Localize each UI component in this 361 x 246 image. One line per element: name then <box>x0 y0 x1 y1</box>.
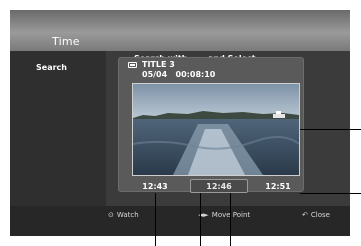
left-pane: Search <box>10 51 106 206</box>
callout-line-current-time <box>200 193 201 246</box>
callout-line-next-time <box>300 193 361 194</box>
enter-icon: ⊙ <box>108 211 114 219</box>
bottom-hint-bar: ⊙ Watch ◄► Move Point ↶ Close <box>10 206 350 236</box>
video-preview-image <box>133 84 299 175</box>
disc-icon <box>128 62 137 68</box>
time-selector: 12:43 12:46 12:51 <box>132 179 300 193</box>
title-info: TITLE 3 05/04 00:08:10 <box>128 60 215 80</box>
time-previous[interactable]: 12:43 <box>132 179 178 193</box>
callout-line-preview <box>300 129 361 130</box>
watch-label: Watch <box>116 211 139 219</box>
close-label: Close <box>310 211 330 219</box>
video-preview[interactable] <box>132 83 300 176</box>
watch-hint[interactable]: ⊙ Watch <box>108 211 139 219</box>
callout-line-current-time-2 <box>230 193 231 246</box>
callout-line-prev-time <box>155 193 156 246</box>
search-mode-label[interactable]: Search <box>36 63 67 72</box>
time-next[interactable]: 12:51 <box>256 179 300 193</box>
menu-title: Time <box>52 35 80 48</box>
return-icon: ↶ <box>302 211 308 219</box>
title-date-time: 05/04 00:08:10 <box>142 70 216 79</box>
title-name: TITLE 3 <box>142 60 175 69</box>
move-point-hint[interactable]: ◄► Move Point <box>198 211 250 219</box>
close-hint[interactable]: ↶ Close <box>302 211 330 219</box>
time-current[interactable]: 12:46 <box>190 179 248 193</box>
